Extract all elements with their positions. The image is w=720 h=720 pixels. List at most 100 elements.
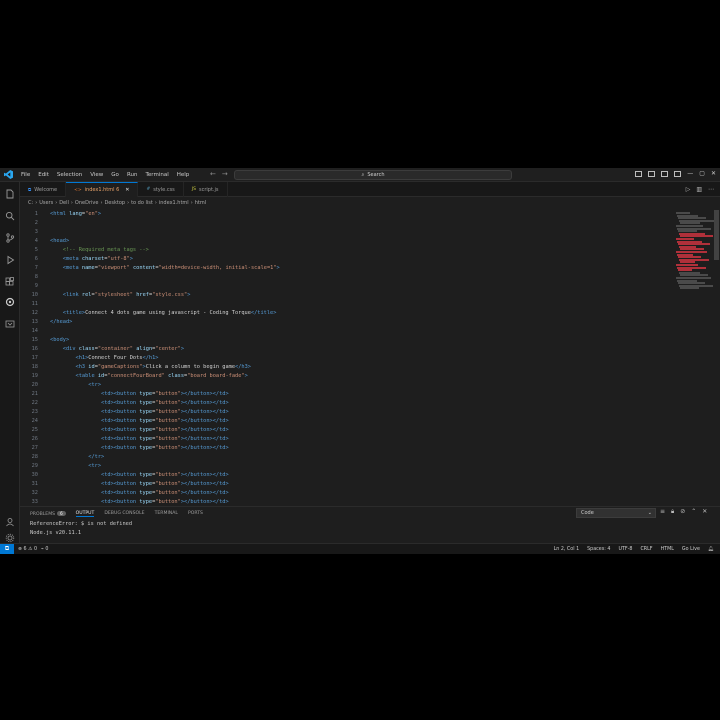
panel-tab-debug-console[interactable]: DEBUG CONSOLE <box>104 511 144 516</box>
menu-item-help[interactable]: Help <box>173 172 194 178</box>
panel-tab-terminal[interactable]: TERMINAL <box>155 511 178 516</box>
command-center-search[interactable]: ⌕ Search <box>234 170 512 180</box>
code-line[interactable]: 8 <box>20 273 672 282</box>
menu-item-file[interactable]: File <box>17 172 34 178</box>
menu-item-edit[interactable]: Edit <box>34 172 53 178</box>
status-cursor-position[interactable]: Ln 2, Col 1 <box>554 547 580 552</box>
tab-welcome[interactable]: ⧉ Welcome <box>20 182 67 197</box>
code-line[interactable]: 13 </head> <box>20 318 672 327</box>
status-language[interactable]: HTML <box>661 547 674 552</box>
split-editor-icon[interactable]: ▥ <box>696 186 702 193</box>
code-line[interactable]: 30 <td><button type="button"></button></… <box>20 471 672 480</box>
breadcrumb-item[interactable]: to do list <box>131 200 153 206</box>
clear-output-icon[interactable]: ⊘ <box>680 508 685 516</box>
extensions-icon[interactable] <box>4 276 16 288</box>
code-line[interactable]: 29 <tr> <box>20 462 672 471</box>
tab-index1-html[interactable]: <> index1.html 6 ✕ <box>66 182 139 197</box>
code-line[interactable]: 16 <div class="container" align="center"… <box>20 345 672 354</box>
tab-style-css[interactable]: # style.css <box>138 182 184 197</box>
breadcrumb-item[interactable]: Dell <box>59 200 69 206</box>
remote-indicator-icon[interactable]: ⧉ <box>0 543 14 554</box>
status-go-live[interactable]: Go Live <box>682 547 700 552</box>
breadcrumb-item[interactable]: OneDrive <box>75 200 99 206</box>
lock-icon[interactable]: 🔒︎ <box>671 508 674 516</box>
tab-script-js[interactable]: JS script.js <box>184 182 228 197</box>
list-filter-icon[interactable]: ≡ <box>660 508 665 516</box>
close-icon[interactable]: ✕ <box>711 170 716 177</box>
notifications-bell-icon[interactable]: 🔔︎ <box>708 547 714 552</box>
code-line[interactable]: 23 <td><button type="button"></button></… <box>20 408 672 417</box>
forward-arrow-icon[interactable]: → <box>222 170 228 178</box>
toggle-panel-icon[interactable] <box>648 170 656 177</box>
code-line[interactable]: 11 <box>20 300 672 309</box>
code-line[interactable]: 17 <h1>Connect Four Dots</h1> <box>20 354 672 363</box>
breadcrumb-item[interactable]: index1.html <box>159 200 189 206</box>
testing-icon[interactable] <box>4 318 16 330</box>
editor-scrollbar[interactable] <box>714 210 719 260</box>
account-icon[interactable] <box>4 516 16 528</box>
code-line[interactable]: 21 <td><button type="button"></button></… <box>20 390 672 399</box>
menu-item-terminal[interactable]: Terminal <box>141 172 172 178</box>
code-line[interactable]: 9 <box>20 282 672 291</box>
code-line[interactable]: 24 <td><button type="button"></button></… <box>20 417 672 426</box>
code-line[interactable]: 12 <title>Connect 4 dots game using java… <box>20 309 672 318</box>
code-line[interactable]: 7 <meta name="viewport" content="width=d… <box>20 264 672 273</box>
code-line[interactable]: 25 <td><button type="button"></button></… <box>20 426 672 435</box>
code-line[interactable]: 14 <box>20 327 672 336</box>
panel-tab-output[interactable]: OUTPUT <box>75 511 95 517</box>
remote-explorer-icon[interactable] <box>4 296 16 308</box>
code-line[interactable]: 2 <box>20 219 672 228</box>
code-line[interactable]: 15 <body> <box>20 336 672 345</box>
run-icon[interactable]: ▷ <box>686 186 691 193</box>
status-indentation[interactable]: Spaces: 4 <box>587 547 610 552</box>
code-line[interactable]: 4 <head> <box>20 237 672 246</box>
breadcrumb-item[interactable]: html <box>195 200 206 206</box>
breadcrumb-item[interactable]: Users <box>39 200 53 206</box>
status-eol[interactable]: CRLF <box>640 547 652 552</box>
code-line[interactable]: 1 <html lang="en"> <box>20 210 672 219</box>
back-arrow-icon[interactable]: ← <box>210 170 216 178</box>
chevron-up-icon[interactable]: ⌃ <box>691 508 696 516</box>
code-editor[interactable]: 1 <html lang="en"> 2 3 4 <head> 5 <!-- Require… <box>20 210 672 504</box>
code-line[interactable]: 6 <meta charset="utf-8"> <box>20 255 672 264</box>
customize-layout-icon[interactable] <box>674 170 682 177</box>
code-line[interactable]: 28 </tr> <box>20 453 672 462</box>
toggle-secondary-sidebar-icon[interactable] <box>661 170 669 177</box>
code-line[interactable]: 22 <td><button type="button"></button></… <box>20 399 672 408</box>
code-line[interactable]: 32 <td><button type="button"></button></… <box>20 489 672 498</box>
output-channel-select[interactable]: Code ⌄ <box>576 508 656 518</box>
menu-item-selection[interactable]: Selection <box>53 172 86 178</box>
menu-item-go[interactable]: Go <box>107 172 123 178</box>
status-encoding[interactable]: UTF-8 <box>618 547 632 552</box>
panel-tab-problems[interactable]: PROBLEMS 6 <box>30 510 66 517</box>
menu-item-run[interactable]: Run <box>123 172 142 178</box>
vscode-window: File Edit Selection View Go Run Terminal Help ←… <box>0 168 720 554</box>
more-actions-icon[interactable]: ⋯ <box>708 186 714 193</box>
panel-tab-ports[interactable]: PORTS <box>188 511 203 516</box>
code-line[interactable]: 10 <link rel="stylesheet" href="style.cs… <box>20 291 672 300</box>
minimize-icon[interactable]: — <box>687 170 693 177</box>
panel-close-icon[interactable]: ✕ <box>702 508 707 516</box>
toggle-sidebar-icon[interactable] <box>635 170 643 177</box>
explorer-icon[interactable] <box>4 188 16 200</box>
source-control-icon[interactable] <box>4 232 16 244</box>
breadcrumb-item[interactable]: C: <box>28 200 33 206</box>
run-debug-icon[interactable] <box>4 254 16 266</box>
code-line[interactable]: 33 <td><button type="button"></button></… <box>20 498 672 504</box>
maximize-icon[interactable]: ▢ <box>699 170 705 177</box>
code-line[interactable]: 5 <!-- Required meta tags --> <box>20 246 672 255</box>
code-line[interactable]: 3 <box>20 228 672 237</box>
code-line[interactable]: 27 <td><button type="button"></button></… <box>20 444 672 453</box>
tab-close-icon[interactable]: ✕ <box>125 187 129 193</box>
minimap[interactable] <box>672 210 720 504</box>
breadcrumb-item[interactable]: Desktop <box>104 200 125 206</box>
search-view-icon[interactable] <box>4 210 16 222</box>
code-line[interactable]: 19 <table id="connectFourBoard" class="b… <box>20 372 672 381</box>
code-line[interactable]: 18 <h3 id="gameCaptions">Click a column … <box>20 363 672 372</box>
status-problems[interactable]: ⊗ 6 ⚠ 0 <box>18 547 37 552</box>
status-ports[interactable]: ⌁ 0 <box>41 547 48 552</box>
code-line[interactable]: 26 <td><button type="button"></button></… <box>20 435 672 444</box>
code-line[interactable]: 31 <td><button type="button"></button></… <box>20 480 672 489</box>
code-line[interactable]: 20 <tr> <box>20 381 672 390</box>
menu-item-view[interactable]: View <box>86 172 107 178</box>
